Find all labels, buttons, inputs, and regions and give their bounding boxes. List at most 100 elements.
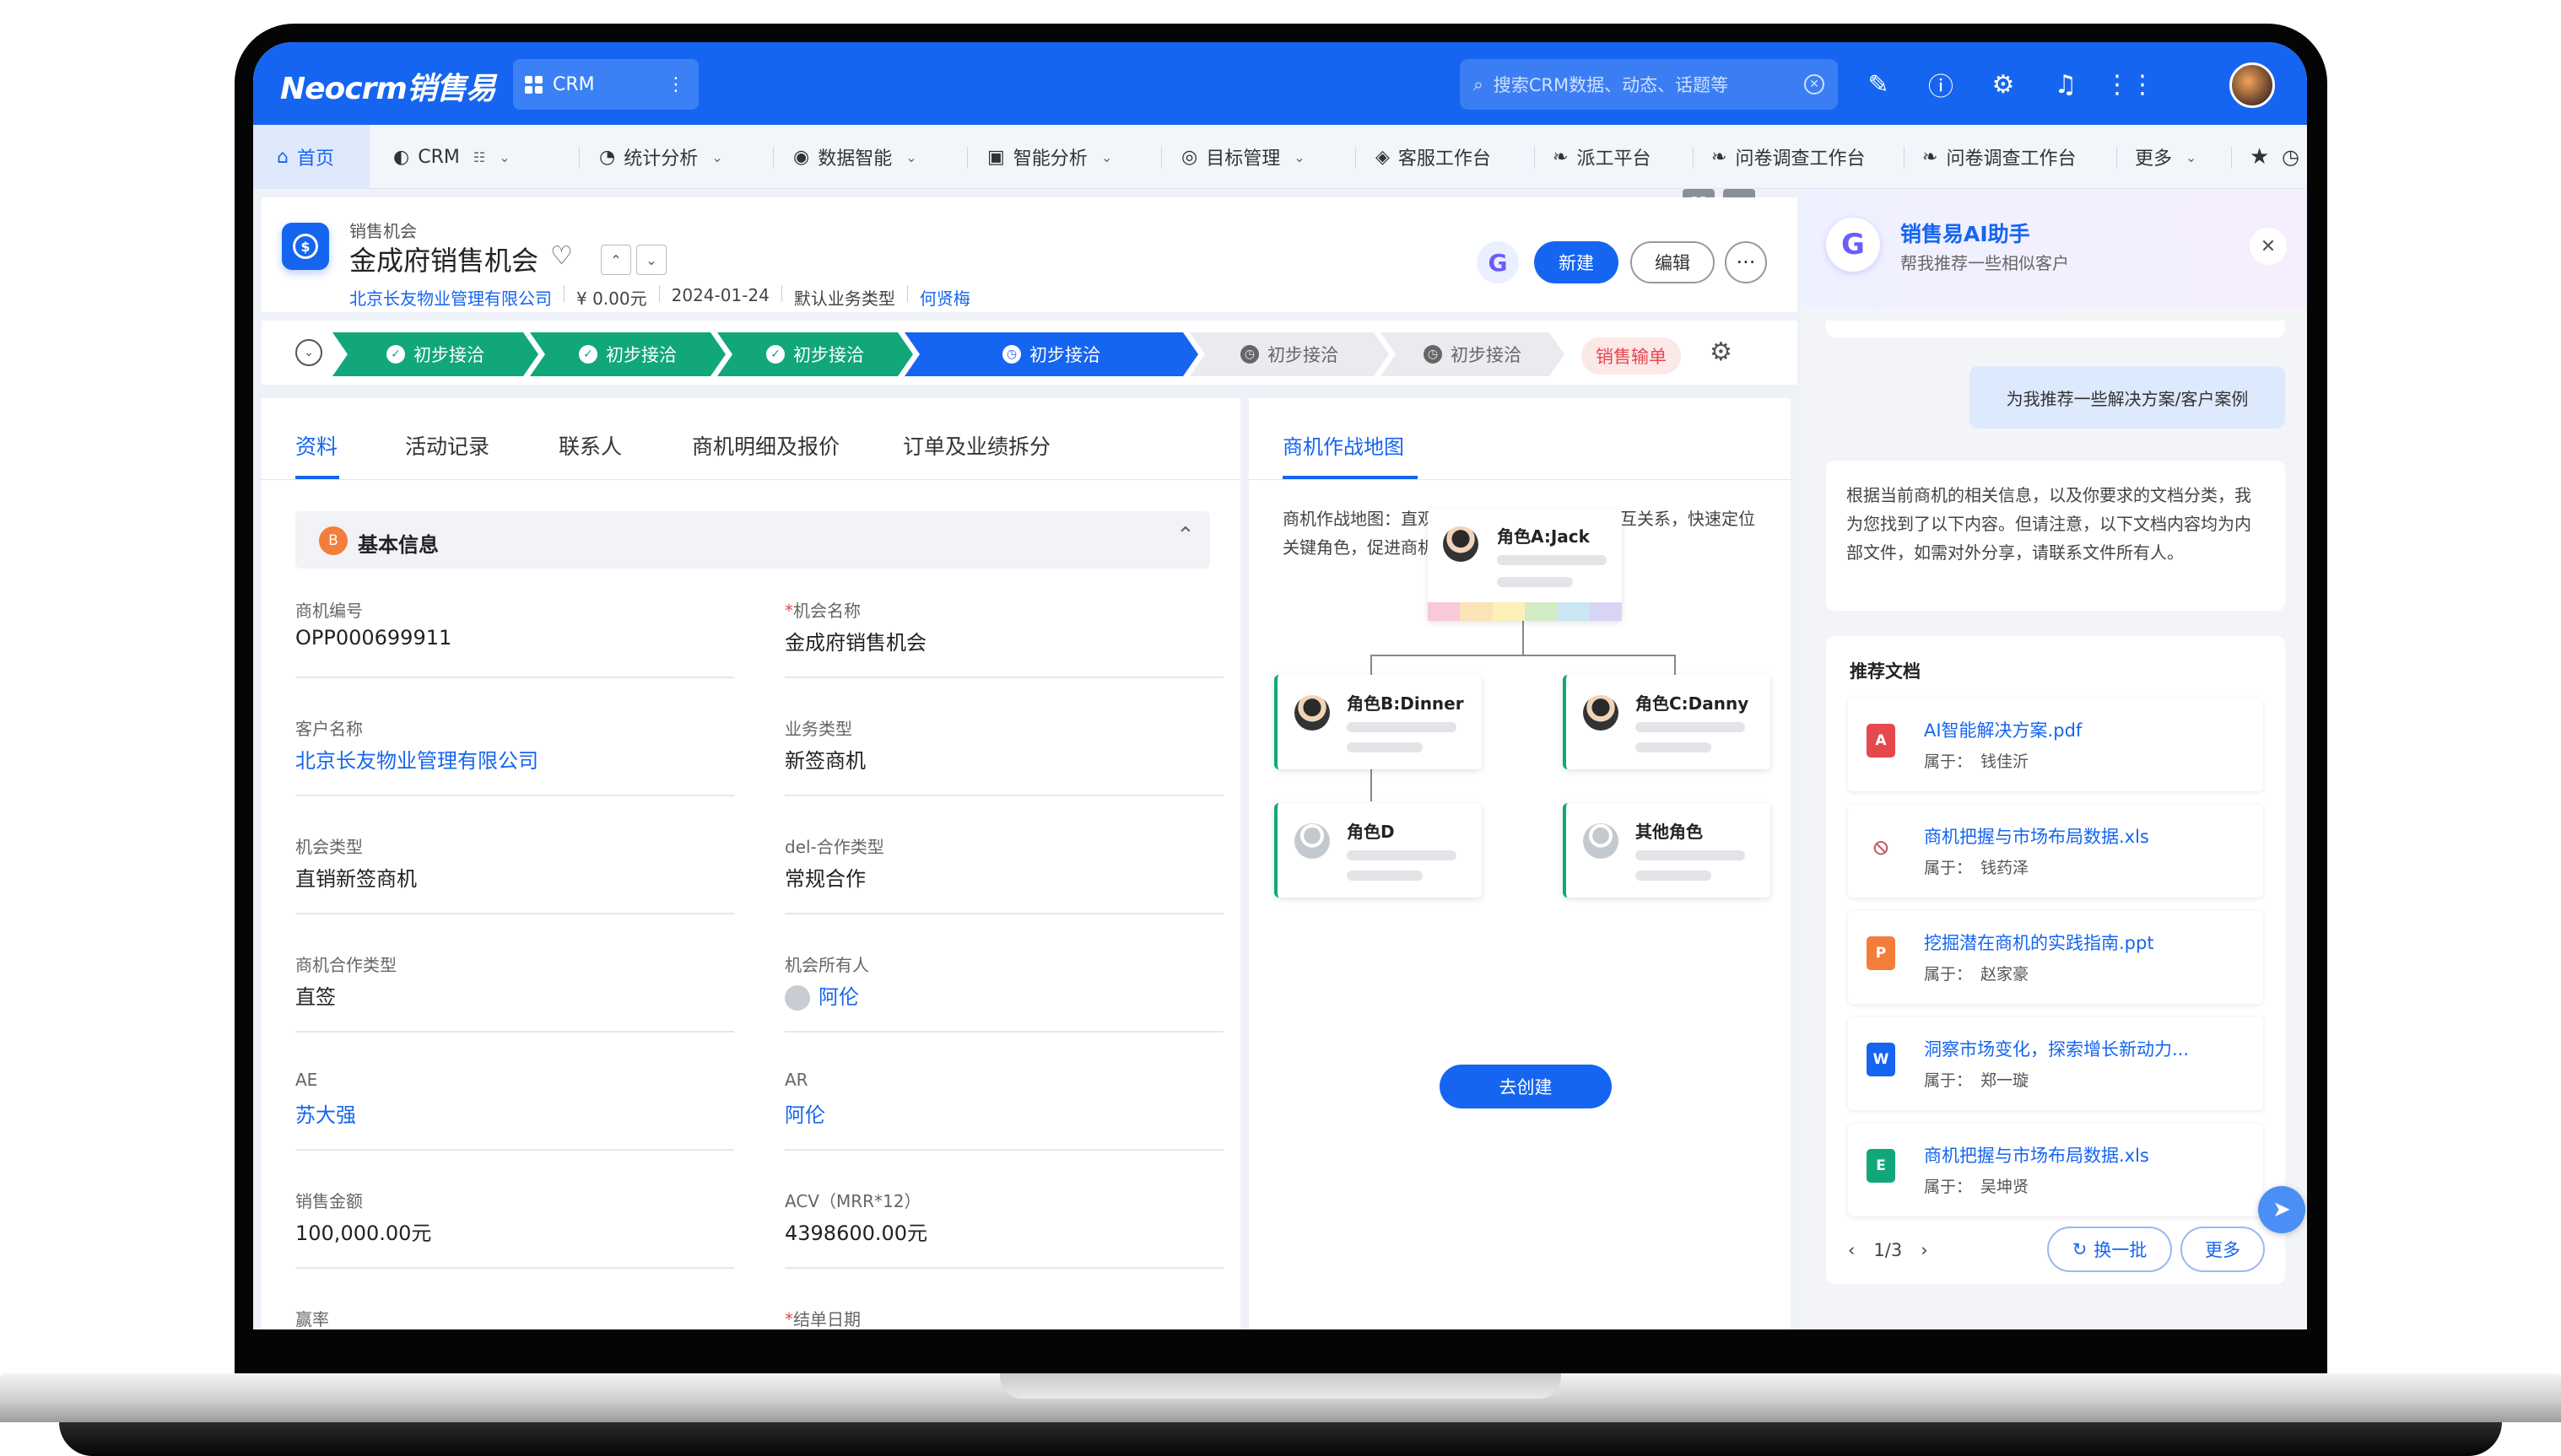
record-amount: ¥ 0.00元	[576, 289, 647, 309]
stage-4-current[interactable]: ◷ 初步接洽	[905, 332, 1198, 376]
nav-divider	[1161, 147, 1162, 169]
account-link[interactable]: 北京长友物业管理有限公司	[349, 285, 552, 310]
doc-item[interactable]: W 洞察市场变化，探索增长新动力... 属于： 郑一璇	[1848, 1017, 2263, 1110]
role-card-c[interactable]: 角色C:Danny	[1563, 675, 1770, 769]
app-logo[interactable]: Neocrm销售易	[280, 64, 496, 108]
more-button[interactable]: ···	[1725, 241, 1767, 283]
tab-activity[interactable]: 活动记录	[405, 430, 489, 461]
field-value-text[interactable]: 阿伦	[819, 985, 859, 1009]
close-icon[interactable]: ✕	[2250, 228, 2287, 265]
nav-item-dispatch[interactable]: ❧ 派工平台	[1553, 125, 1651, 189]
new-button[interactable]: 新建	[1534, 241, 1618, 283]
strip-segment	[1557, 602, 1590, 621]
note-icon[interactable]: ✎	[1861, 67, 1895, 101]
refresh-label: 换一批	[2094, 1240, 2148, 1260]
nav-item-survey-2[interactable]: ❧ 问卷调查工作台	[1922, 125, 2076, 189]
refresh-icon: ↻	[2072, 1239, 2088, 1259]
stage-6[interactable]: ◷ 初步接洽	[1380, 332, 1564, 376]
nav-item-crm[interactable]: ◐ CRM ☷ ⌄	[393, 125, 511, 189]
doc-item[interactable]: P 挖掘潜在商机的实践指南.ppt 属于： 赵家豪	[1848, 911, 2263, 1004]
doc-name[interactable]: 挖掘潜在商机的实践指南.ppt	[1924, 930, 2154, 955]
grid-icon[interactable]: ⋮⋮	[2104, 67, 2155, 101]
bell-icon[interactable]: ♫	[2049, 67, 2083, 101]
gear-icon[interactable]: ⚙	[1986, 67, 2020, 101]
nav-item-service-desk[interactable]: ◈ 客服工作台	[1375, 125, 1491, 189]
role-card-other[interactable]: 其他角色	[1563, 803, 1770, 898]
field-label-text: 销售金额	[295, 1191, 363, 1211]
doc-item[interactable]: E 商机把握与市场布局数据.xls 属于： 吴坤贤	[1848, 1124, 2263, 1216]
stage-1[interactable]: ✓ 初步接洽	[332, 332, 538, 376]
field-value-text: 直销新签商机	[295, 867, 417, 891]
stage-2[interactable]: ✓ 初步接洽	[530, 332, 726, 376]
chevron-right-icon[interactable]: ›	[1921, 1240, 1927, 1260]
search-placeholder: 搜索CRM数据、动态、话题等	[1493, 75, 1729, 95]
nav-label: 目标管理	[1206, 148, 1281, 170]
field-label: 客户名称	[295, 715, 363, 740]
nav-label: 统计分析	[624, 148, 699, 170]
doc-name[interactable]: 洞察市场变化，探索增长新动力...	[1924, 1036, 2189, 1061]
stage-label: 初步接洽	[606, 345, 677, 365]
collapse-icon[interactable]: ⌄	[295, 339, 322, 366]
refresh-button[interactable]: ↻ 换一批	[2047, 1227, 2172, 1272]
doc-item[interactable]: A AI智能解决方案.pdf 属于： 钱佳沂	[1848, 698, 2263, 791]
tab-profile[interactable]: 资料	[295, 430, 338, 461]
global-search[interactable]: ⌕ 搜索CRM数据、动态、话题等 ✕	[1460, 59, 1838, 110]
chevron-up-icon[interactable]: ⌃	[601, 245, 631, 275]
clock-icon[interactable]: ◷	[2282, 125, 2299, 189]
tab-battle-map[interactable]: 商机作战地图	[1283, 430, 1404, 460]
person-avatar	[1583, 695, 1618, 731]
nav-item-survey-1[interactable]: ❧ 问卷调查工作台	[1711, 125, 1865, 189]
star-icon[interactable]: ★	[2250, 125, 2269, 189]
previous-message-card	[1826, 321, 2285, 337]
lost-deal-button[interactable]: 销售输单	[1581, 337, 1681, 375]
field-label-text: 业务类型	[785, 719, 852, 739]
field-value-text[interactable]: 阿伦	[785, 1103, 825, 1127]
nav-item-stats[interactable]: ◔ 统计分析 ⌄	[599, 125, 723, 189]
nav-item-more[interactable]: 更多 ⌄	[2135, 125, 2196, 189]
field-value-text[interactable]: 北京长友物业管理有限公司	[295, 749, 538, 773]
field-item: 机会类型 直销新签商机	[295, 822, 734, 914]
role-card-a[interactable]: 角色A:Jack	[1428, 510, 1622, 621]
doc-name[interactable]: AI智能解决方案.pdf	[1924, 717, 2082, 742]
nav-item-smart-analysis[interactable]: ▣ 智能分析 ⌄	[987, 125, 1112, 189]
field-item: 客户名称北京长友物业管理有限公司	[295, 704, 734, 796]
field-value[interactable]: 阿伦	[785, 1098, 825, 1128]
help-icon[interactable]: ⓘ	[1924, 67, 1958, 102]
chevron-down-icon[interactable]: ⌄	[636, 245, 667, 275]
edit-button[interactable]: 编辑	[1630, 241, 1715, 283]
tab-contacts[interactable]: 联系人	[559, 430, 622, 461]
field-value-text[interactable]: 苏大强	[295, 1103, 356, 1127]
doc-owner-name: 钱佳沂	[1980, 752, 2029, 771]
more-docs-button[interactable]: 更多	[2180, 1227, 2265, 1272]
nav-item-data-intel[interactable]: ◉ 数据智能 ⌄	[793, 125, 917, 189]
chevron-left-icon[interactable]: ‹	[1848, 1240, 1855, 1260]
doc-name[interactable]: 商机把握与市场布局数据.xls	[1924, 823, 2149, 849]
role-card-b[interactable]: 角色B:Dinner	[1274, 675, 1482, 769]
send-icon[interactable]: ➤	[2258, 1186, 2305, 1233]
nav-home[interactable]: ⌂ 首页	[253, 125, 370, 189]
user-avatar[interactable]	[2229, 62, 2275, 108]
field-value[interactable]: 苏大强	[295, 1098, 356, 1128]
create-button[interactable]: 去创建	[1440, 1065, 1612, 1108]
owner-link[interactable]: 何贤梅	[920, 285, 970, 310]
doc-name[interactable]: 商机把握与市场布局数据.xls	[1924, 1142, 2149, 1167]
stage-5[interactable]: ◷ 初步接洽	[1190, 332, 1389, 376]
app-switcher[interactable]: CRM ⋮	[513, 59, 699, 110]
record-biz-type: 默认业务类型	[793, 289, 895, 309]
basic-info-section[interactable]: B 基本信息 ⌃	[295, 511, 1210, 569]
nav-item-goals[interactable]: ◎ 目标管理 ⌄	[1181, 125, 1305, 189]
field-value[interactable]: 阿伦	[785, 980, 859, 1011]
placeholder-bar	[1497, 555, 1607, 565]
role-card-d[interactable]: 角色D	[1274, 803, 1482, 898]
stage-3[interactable]: ✓ 初步接洽	[717, 332, 913, 376]
gear-icon[interactable]: ⚙	[1710, 337, 1732, 367]
field-value[interactable]: 北京长友物业管理有限公司	[295, 744, 538, 774]
chevron-up-icon[interactable]: ⌃	[1176, 523, 1195, 548]
field-item: AR 阿伦	[785, 1058, 1224, 1151]
heart-icon[interactable]: ♡	[550, 241, 573, 271]
clear-icon[interactable]: ✕	[1804, 74, 1824, 94]
tab-orders[interactable]: 订单及业绩拆分	[903, 430, 1051, 461]
doc-item[interactable]: ⦸ 商机把握与市场布局数据.xls 属于： 钱药泽	[1848, 805, 2263, 898]
tab-quote[interactable]: 商机明细及报价	[692, 430, 840, 461]
ai-assistant-button[interactable]: G	[1477, 241, 1519, 283]
